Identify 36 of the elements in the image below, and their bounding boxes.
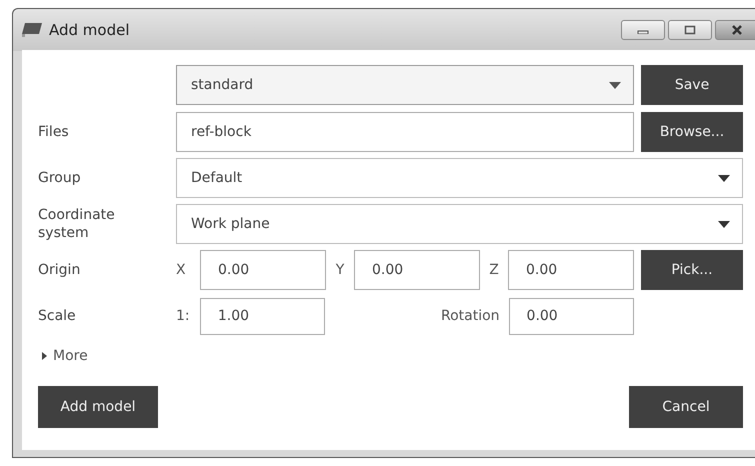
files-field[interactable]: ref-block — [176, 112, 634, 152]
scale-prefix: 1: — [176, 308, 191, 324]
group-dropdown[interactable]: Default — [176, 158, 743, 198]
coordinate-field[interactable]: 0.00 — [354, 250, 480, 290]
coordinate-field[interactable]: 0.00 — [508, 250, 634, 290]
close-button[interactable] — [715, 20, 755, 40]
maximize-icon — [684, 24, 696, 34]
profile-dropdown[interactable]: standard — [176, 65, 634, 105]
more-toggle[interactable]: More — [41, 348, 88, 364]
cancel-button[interactable]: Cancel — [629, 386, 743, 428]
scale-field[interactable]: 1.00 — [200, 298, 326, 334]
minimize-button[interactable] — [621, 20, 665, 40]
axis-label: X — [176, 262, 187, 278]
field-label: Group — [38, 170, 82, 186]
expander-icon — [41, 352, 48, 360]
save-button[interactable]: Save — [641, 65, 743, 105]
browse-button[interactable]: Browse... — [641, 112, 743, 152]
caret-icon — [718, 174, 730, 182]
window-title: Add model — [49, 20, 130, 38]
field-label: Files — [38, 124, 70, 140]
caret-icon — [609, 82, 621, 88]
field-label: Origin — [38, 262, 82, 278]
caret-icon — [718, 220, 730, 228]
app-icon — [21, 22, 43, 38]
coordinate-field[interactable]: 0.00 — [200, 250, 326, 290]
field-label: Scale — [38, 308, 77, 324]
maximize-button[interactable] — [668, 20, 712, 40]
coordinate-system-dropdown[interactable]: Work plane — [176, 204, 743, 244]
field-label: Coordinate system — [38, 206, 116, 242]
pick-button[interactable]: Pick... — [641, 250, 743, 290]
close-icon — [730, 24, 744, 34]
rotation-field[interactable]: 0.00 — [508, 298, 634, 334]
add-model-button[interactable]: Add model — [38, 386, 158, 428]
field-label: Rotation — [440, 308, 501, 324]
axis-label: Y — [334, 262, 346, 278]
axis-label: Z — [488, 262, 500, 278]
